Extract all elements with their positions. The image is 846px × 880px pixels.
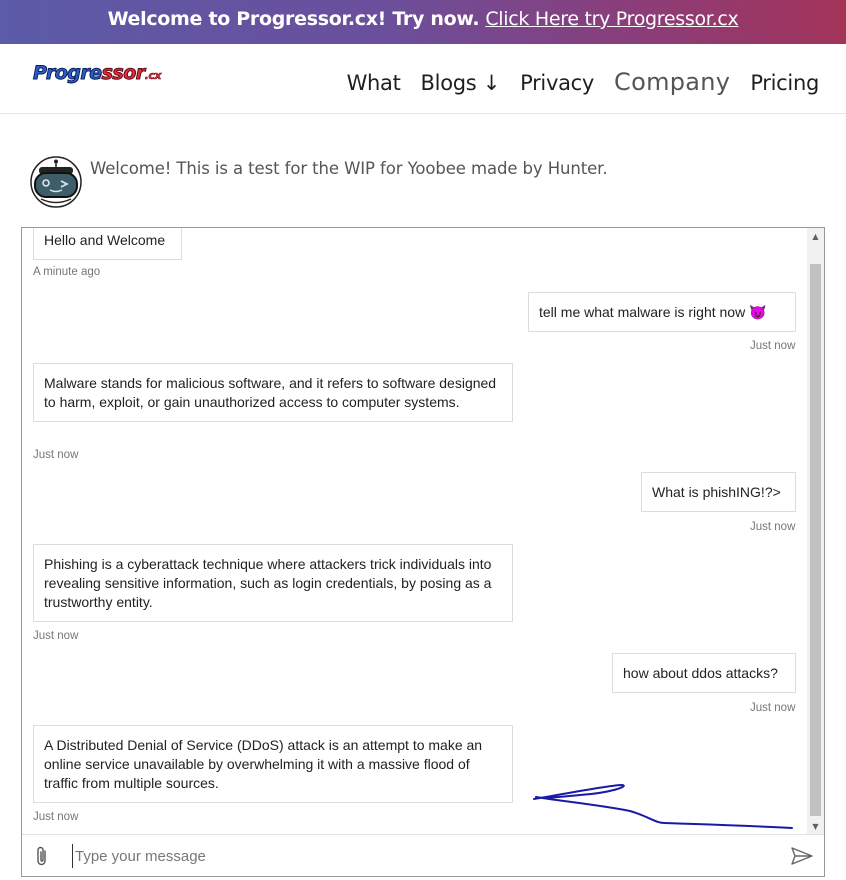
banner-wave-edge: [0, 34, 846, 43]
nav-item-pricing[interactable]: Pricing: [750, 71, 819, 95]
message-composer: [22, 834, 824, 876]
nav-item-company[interactable]: Company: [614, 68, 730, 96]
message-timestamp: A minute ago: [33, 266, 101, 278]
logo-part-2: ssor: [101, 62, 146, 85]
scroll-down-arrow-icon[interactable]: ▼: [807, 820, 824, 834]
message-timestamp: Just now: [750, 521, 796, 533]
bot-message: Malware stands for malicious software, a…: [33, 363, 513, 422]
main-nav: What Blogs ↓ Privacy Company Pricing: [327, 68, 820, 96]
message-timestamp: Just now: [750, 702, 796, 714]
attach-icon[interactable]: [34, 845, 50, 867]
send-icon[interactable]: [790, 846, 814, 866]
message-timestamp: Just now: [33, 630, 79, 642]
logo-part-3: .cx: [144, 69, 161, 83]
message-input[interactable]: [72, 844, 772, 868]
promo-banner-link[interactable]: Click Here try Progressor.cx: [485, 8, 738, 30]
bot-message: Hello and Welcome: [33, 228, 182, 260]
scrollbar-thumb[interactable]: [810, 264, 821, 816]
chat-scrollbar[interactable]: ▲ ▼: [807, 228, 824, 834]
robot-avatar-icon: [30, 156, 82, 208]
bot-message: Phishing is a cyberattack technique wher…: [33, 544, 513, 622]
logo-part-1: Progre: [33, 62, 103, 85]
scroll-up-arrow-icon[interactable]: ▲: [807, 230, 824, 244]
nav-item-what[interactable]: What: [347, 71, 401, 95]
promo-banner-message: Welcome to Progressor.cx! Try now.: [107, 8, 480, 30]
site-logo[interactable]: Progressor.cx: [33, 62, 162, 88]
message-timestamp: Just now: [33, 449, 79, 461]
chat-messages[interactable]: Hello and Welcome A minute ago tell me w…: [22, 228, 807, 834]
user-message-text: tell me what malware is right now: [539, 304, 746, 320]
promo-banner-text: Welcome to Progressor.cx! Try now. Click …: [0, 8, 846, 30]
site-header: Progressor.cx What Blogs ↓ Privacy Compa…: [0, 48, 846, 114]
message-timestamp: Just now: [33, 811, 79, 823]
devil-emoji-icon: 😈: [749, 304, 767, 320]
chat-window: Hello and Welcome A minute ago tell me w…: [21, 227, 825, 877]
user-message: how about ddos attacks?: [612, 653, 796, 693]
bot-message: A Distributed Denial of Service (DDoS) a…: [33, 725, 513, 803]
welcome-message: Welcome! This is a test for the WIP for …: [90, 159, 608, 178]
user-message: What is phishING!?>: [641, 472, 796, 512]
nav-item-blogs[interactable]: Blogs ↓: [421, 71, 501, 95]
nav-item-privacy[interactable]: Privacy: [520, 71, 594, 95]
user-message: tell me what malware is right now 😈: [528, 292, 796, 332]
message-timestamp: Just now: [750, 340, 796, 352]
